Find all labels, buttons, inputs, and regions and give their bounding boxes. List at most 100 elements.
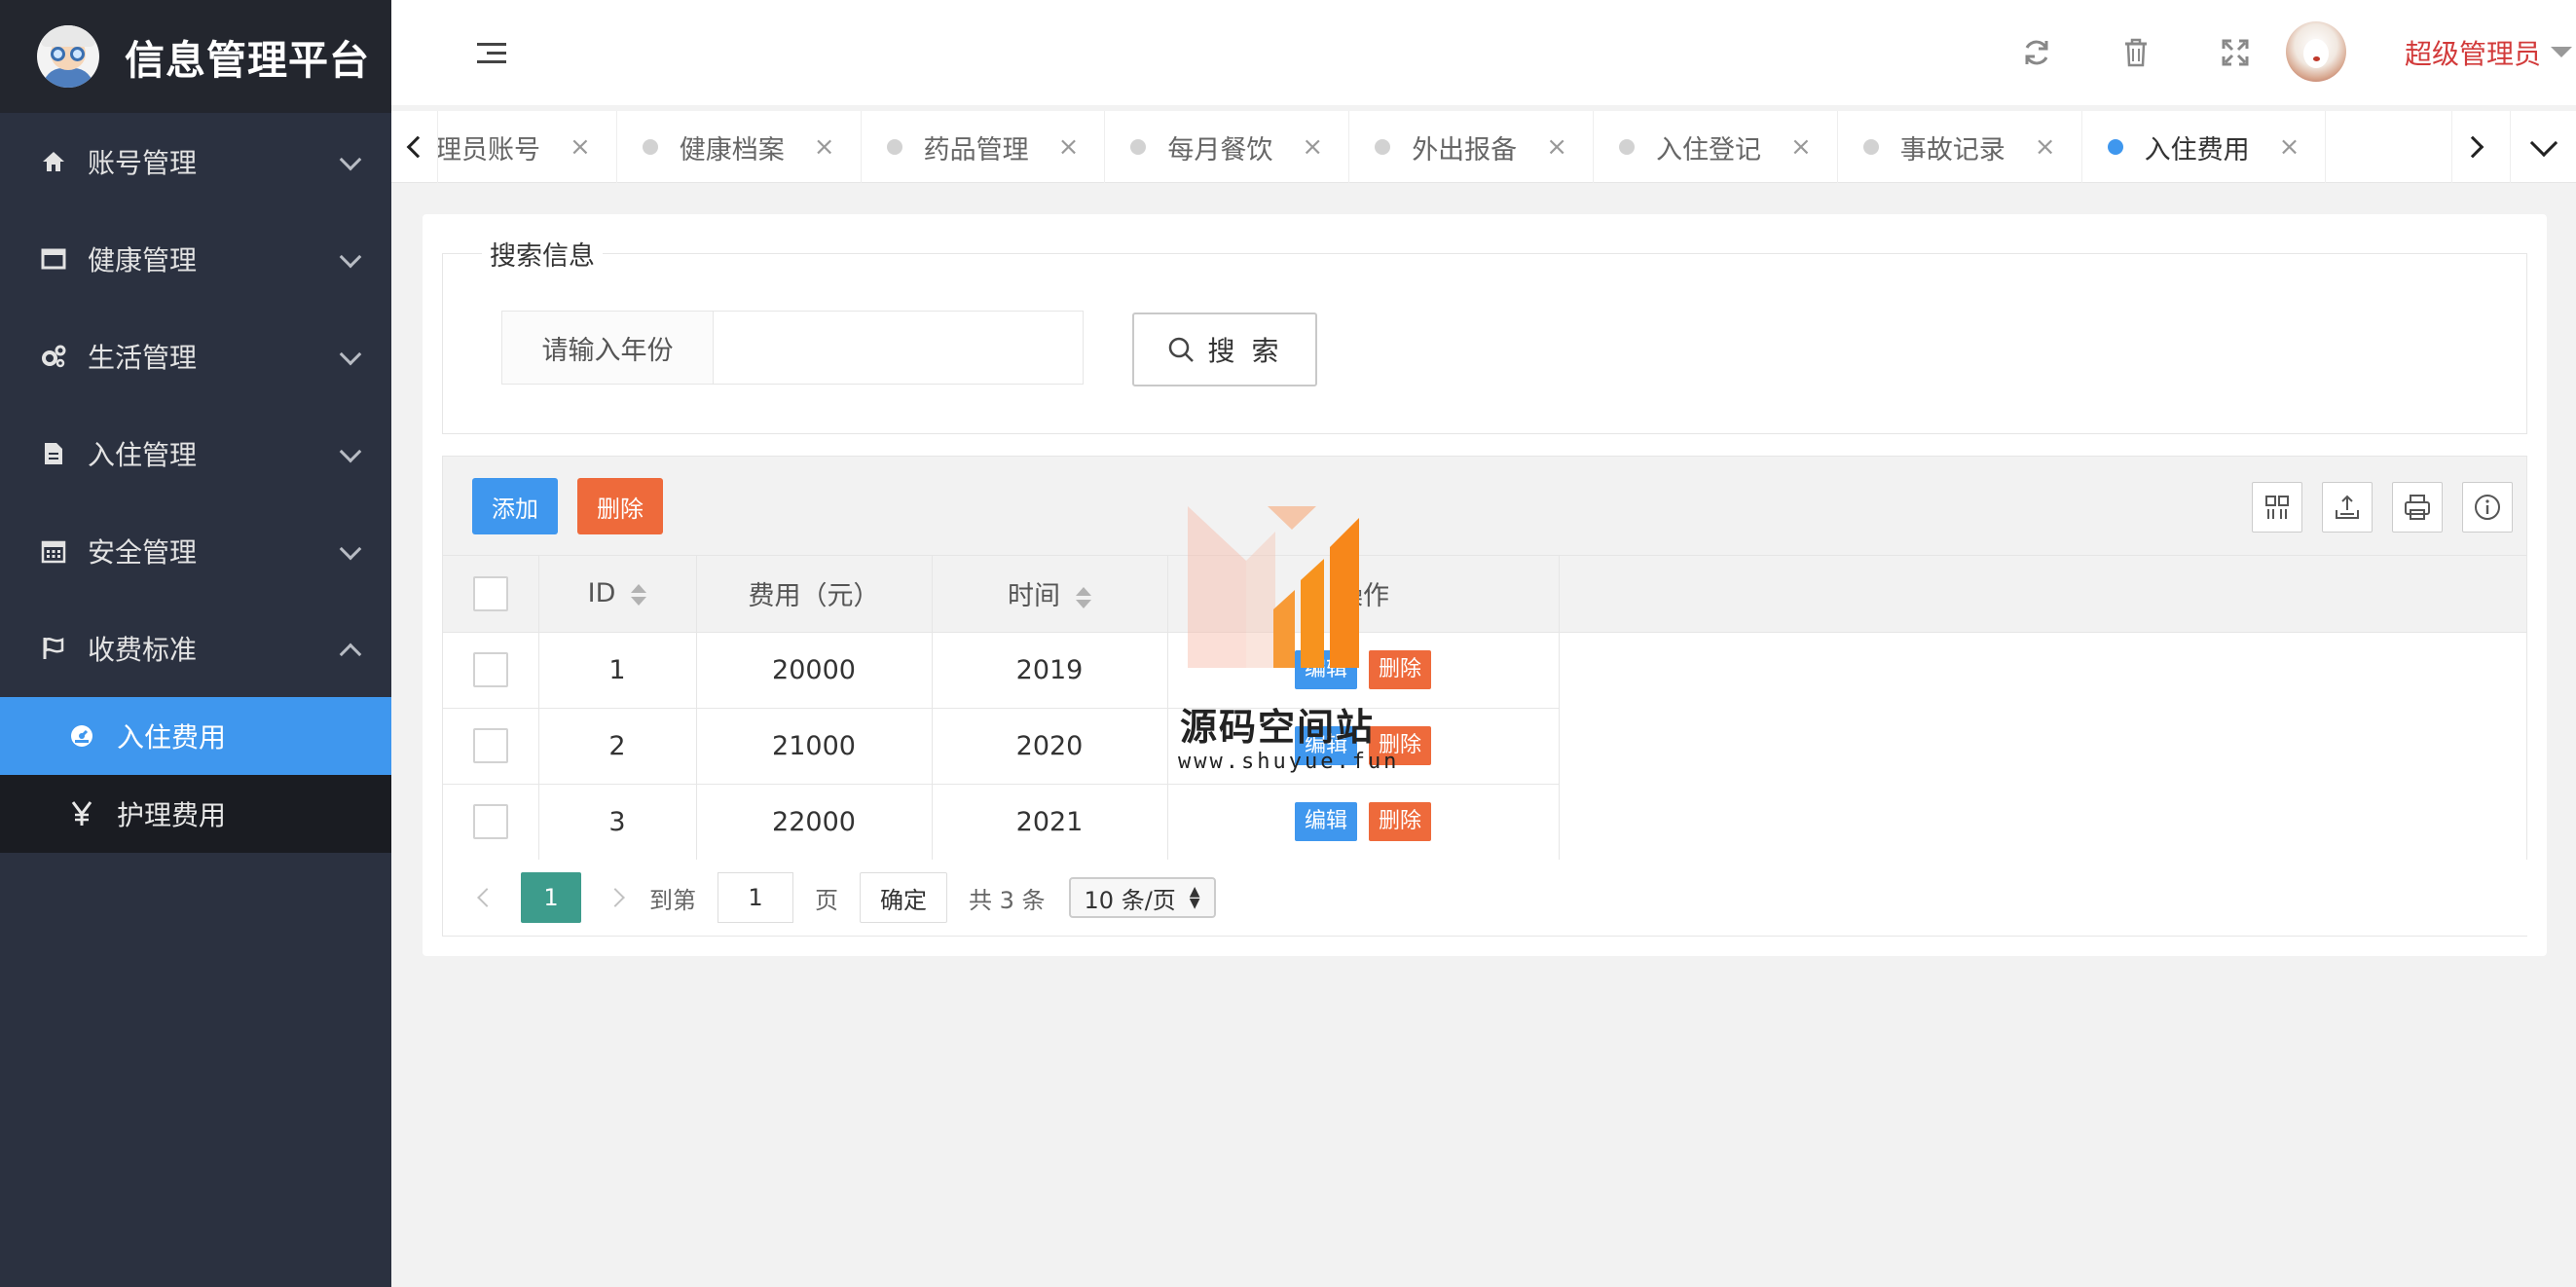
row-delete-button[interactable]: 删除 xyxy=(1369,650,1432,689)
watermark-url: www.shuyue.fun xyxy=(1178,750,1400,774)
sort-icon[interactable] xyxy=(631,583,647,606)
tab-admin-account[interactable]: 管理员账号 × xyxy=(438,111,617,183)
page-size-value: 10 条/页 xyxy=(1084,886,1176,914)
sort-icon[interactable] xyxy=(1076,586,1091,608)
sidebar-item-checkin[interactable]: 入住管理 xyxy=(0,405,391,502)
add-button[interactable]: 添加 xyxy=(472,478,558,534)
dashboard-icon xyxy=(68,722,95,750)
close-icon[interactable]: × xyxy=(1790,132,1812,162)
sidebar-item-security[interactable]: 安全管理 xyxy=(0,502,391,600)
page-number-current[interactable]: 1 xyxy=(521,872,581,923)
sidebar-subitem-checkin-fee[interactable]: 入住费用 xyxy=(0,697,391,775)
close-icon[interactable]: × xyxy=(2035,132,2056,162)
column-header-year[interactable]: 时间 xyxy=(932,556,1168,633)
sidebar-subitem-care-fee[interactable]: 护理费用 xyxy=(0,775,391,853)
close-icon[interactable]: × xyxy=(1058,132,1080,162)
trash-icon[interactable] xyxy=(2118,35,2153,70)
sidebar-item-label: 生活管理 xyxy=(88,342,198,374)
tab-label: 事故记录 xyxy=(1899,134,2006,165)
tab-incident-records[interactable]: 事故记录 × xyxy=(1838,111,2082,183)
prev-page-icon[interactable] xyxy=(477,888,497,907)
column-header-actions: 操作 xyxy=(1167,556,1560,633)
next-page-icon[interactable] xyxy=(606,888,625,907)
chevron-up-icon xyxy=(339,643,362,666)
column-header-label: 时间 xyxy=(1008,581,1060,612)
sidebar-item-health[interactable]: 健康管理 xyxy=(0,210,391,308)
sidebar-item-label: 健康管理 xyxy=(88,244,198,276)
close-icon[interactable]: × xyxy=(1546,132,1567,162)
tab-checkin-fee[interactable]: 入住费用 × xyxy=(2082,111,2327,183)
tab-dot-icon xyxy=(642,139,658,155)
tab-dot-icon xyxy=(1130,139,1147,155)
table-header-row: ID 费用（元） 时间 操作 xyxy=(443,556,2526,633)
row-select-cell xyxy=(443,784,539,861)
tab-label: 药品管理 xyxy=(923,134,1029,165)
tab-dot-icon xyxy=(1375,139,1391,155)
tab-monthly-meals[interactable]: 每月餐饮 × xyxy=(1105,111,1350,183)
close-icon[interactable]: × xyxy=(814,132,835,162)
close-icon[interactable]: × xyxy=(570,132,591,162)
fullscreen-icon[interactable] xyxy=(2218,35,2253,70)
tab-options-button[interactable] xyxy=(2510,111,2576,183)
page-size-select[interactable]: 10 条/页 ▲ ▼ xyxy=(1068,877,1216,918)
file-icon xyxy=(39,439,68,468)
cell-id: 3 xyxy=(538,784,697,861)
chevron-down-icon xyxy=(339,245,362,269)
row-select-cell xyxy=(443,632,539,709)
tab-medicine[interactable]: 药品管理 × xyxy=(862,111,1106,183)
edit-button[interactable]: 编辑 xyxy=(1294,650,1357,689)
tab-label: 外出报备 xyxy=(1412,134,1518,165)
close-icon[interactable]: × xyxy=(1302,132,1323,162)
delete-button[interactable]: 删除 xyxy=(577,478,663,534)
sidebar-subitem-label: 护理费用 xyxy=(117,799,227,831)
calendar-icon xyxy=(39,536,68,566)
refresh-icon[interactable] xyxy=(2019,35,2054,70)
row-checkbox[interactable] xyxy=(472,728,508,763)
select-arrows-icon: ▲ ▼ xyxy=(1189,884,1200,911)
select-all-checkbox[interactable] xyxy=(472,575,508,611)
cell-year: 2021 xyxy=(932,784,1168,861)
close-icon[interactable]: × xyxy=(2279,132,2300,162)
gears-icon xyxy=(39,342,68,371)
user-avatar[interactable] xyxy=(2286,21,2346,82)
page-suffix: 页 xyxy=(815,886,838,914)
content-card: 搜索信息 请输入年份 搜 索 添加 删除 ID 费用（元） 时间 操作 1 20… xyxy=(423,214,2547,956)
cell-fee: 20000 xyxy=(696,632,933,709)
tab-label: 入住登记 xyxy=(1655,134,1761,165)
window-icon xyxy=(39,244,68,274)
cell-actions: 编辑 删除 xyxy=(1167,784,1560,861)
tab-dot-icon xyxy=(1618,139,1635,155)
tab-scroll-left-button[interactable] xyxy=(391,111,438,183)
sidebar-item-fees[interactable]: 收费标准 xyxy=(0,600,391,697)
chevron-right-icon xyxy=(2461,135,2484,159)
menu-toggle-icon[interactable] xyxy=(477,43,506,64)
chevron-down-icon xyxy=(339,148,362,171)
user-name[interactable]: 超级管理员 xyxy=(2405,33,2541,72)
tab-scroll-right-button[interactable] xyxy=(2451,111,2498,183)
columns-filter-icon[interactable] xyxy=(2252,482,2302,533)
goto-page-input[interactable] xyxy=(718,872,793,923)
goto-confirm-button[interactable]: 确定 xyxy=(860,872,947,923)
info-icon[interactable] xyxy=(2462,482,2513,533)
column-header-id[interactable]: ID xyxy=(538,556,697,633)
column-header-label: 操作 xyxy=(1337,581,1389,612)
tab-checkin-registration[interactable]: 入住登记 × xyxy=(1594,111,1838,183)
tab-health-records[interactable]: 健康档案 × xyxy=(617,111,862,183)
fee-table: ID 费用（元） 时间 操作 1 20000 2019 编辑 删除 2 2100… xyxy=(443,556,2526,861)
sidebar-item-life[interactable]: 生活管理 xyxy=(0,308,391,405)
sidebar-item-label: 收费标准 xyxy=(88,634,198,666)
print-icon[interactable] xyxy=(2392,482,2443,533)
search-button[interactable]: 搜 索 xyxy=(1132,313,1317,386)
row-delete-button[interactable]: 删除 xyxy=(1369,802,1432,841)
row-checkbox[interactable] xyxy=(472,652,508,687)
edit-button[interactable]: 编辑 xyxy=(1294,802,1357,841)
year-input[interactable] xyxy=(714,311,1084,385)
export-icon[interactable] xyxy=(2322,482,2373,533)
caret-down-icon[interactable] xyxy=(2551,47,2572,57)
tab-outing-report[interactable]: 外出报备 × xyxy=(1349,111,1594,183)
sidebar: 信息管理平台 账号管理 健康管理 生活管理 入住管理 安全管理 收费标准 入住费… xyxy=(0,0,391,1287)
row-checkbox[interactable] xyxy=(472,804,508,839)
sidebar-item-account[interactable]: 账号管理 xyxy=(0,113,391,210)
cell-fee: 21000 xyxy=(696,708,933,785)
submenu-fees: 入住费用 护理费用 xyxy=(0,697,391,853)
